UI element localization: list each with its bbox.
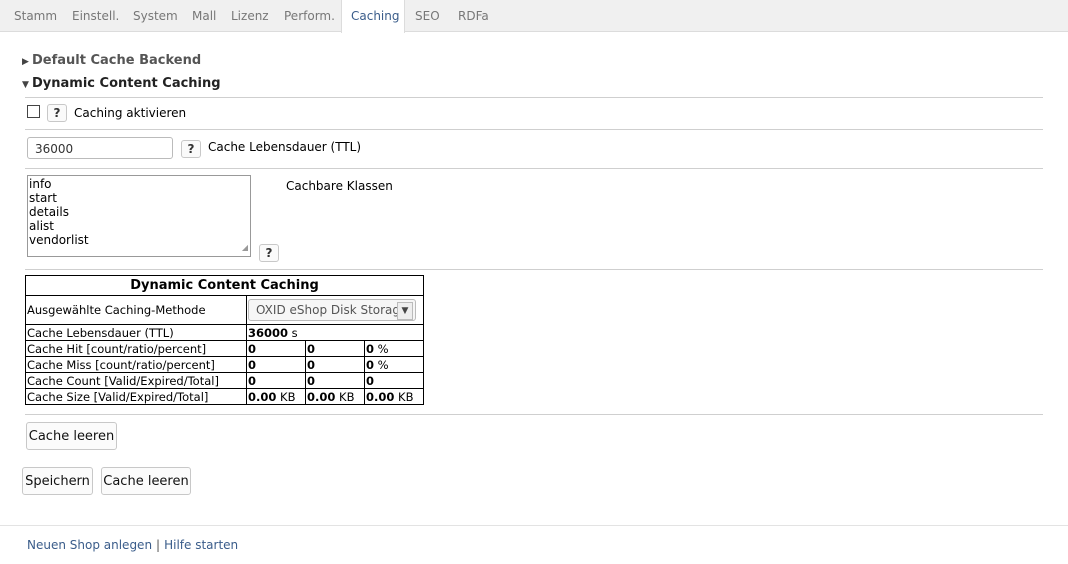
caching-method-select[interactable]: OXID eShop Disk Storage ▼ — [248, 299, 416, 321]
footer-divider — [0, 525, 1068, 526]
size-unit: KB — [398, 389, 414, 404]
class-item: details — [29, 205, 69, 219]
divider — [25, 168, 1043, 169]
tab-einstell[interactable]: Einstell. — [63, 0, 128, 32]
hit-ratio: 0 — [307, 341, 316, 356]
count-label: Cache Count [Valid/Expired/Total] — [25, 372, 247, 389]
footer: Neuen Shop anlegen | Hilfe starten — [27, 538, 238, 552]
divider — [25, 129, 1043, 130]
ttl-row-label: Cache Lebensdauer (TTL) — [25, 324, 247, 341]
class-item: info — [29, 177, 52, 191]
divider — [25, 269, 1043, 270]
tab-stamm[interactable]: Stamm — [5, 0, 66, 32]
size-unit: KB — [339, 389, 355, 404]
count-valid: 0 — [248, 373, 257, 388]
section-dynamic-content-caching[interactable]: ▼ Dynamic Content Caching — [22, 76, 221, 91]
miss-count: 0 — [248, 357, 257, 372]
footer-separator: | — [156, 538, 161, 552]
help-icon[interactable]: ? — [259, 244, 279, 262]
class-item: start — [29, 191, 57, 205]
tab-system[interactable]: System — [124, 0, 187, 32]
miss-percent: 0 — [366, 357, 375, 372]
method-cell: OXID eShop Disk Storage ▼ — [246, 295, 424, 325]
section-default-cache-backend[interactable]: ▶ Default Cache Backend — [22, 53, 201, 68]
caching-method-value: OXID eShop Disk Storage — [256, 303, 408, 317]
cache-stats-table: Dynamic Content Caching Ausgewählte Cach… — [25, 275, 424, 405]
resize-handle-icon[interactable]: ◢ — [242, 241, 248, 255]
tab-mall[interactable]: Mall — [183, 0, 225, 32]
size-total: 0.00 — [366, 389, 395, 404]
miss-ratio: 0 — [307, 357, 316, 372]
size-valid: 0.00 — [248, 389, 277, 404]
percent-unit: % — [377, 341, 389, 356]
help-icon[interactable]: ? — [47, 104, 67, 122]
caret-right-icon: ▶ — [22, 57, 29, 67]
count-expired: 0 — [307, 373, 316, 388]
cacheable-classes-textarea[interactable]: info start details alist vendorlist ◢ — [27, 175, 251, 257]
chevron-down-icon: ▼ — [397, 302, 413, 320]
section-dynamic-content-caching-label: Dynamic Content Caching — [32, 76, 221, 91]
tab-lizenz[interactable]: Lizenz — [222, 0, 278, 32]
tab-rdfa[interactable]: RDFa — [449, 0, 498, 32]
tab-bar: Stamm Einstell. System Mall Lizenz Perfo… — [0, 0, 1068, 33]
method-label: Ausgewählte Caching-Methode — [25, 295, 247, 325]
clear-cache-inner-button[interactable]: Cache leeren — [26, 422, 117, 450]
ttl-row-value: 36000 s — [246, 324, 424, 341]
new-shop-link[interactable]: Neuen Shop anlegen — [27, 538, 152, 552]
size-unit: KB — [280, 389, 296, 404]
save-button[interactable]: Speichern — [22, 467, 93, 495]
size-label: Cache Size [Valid/Expired/Total] — [25, 388, 247, 405]
hit-count: 0 — [248, 341, 257, 356]
tab-seo[interactable]: SEO — [406, 0, 449, 32]
hit-percent: 0 — [366, 341, 375, 356]
count-total: 0 — [366, 373, 375, 388]
tab-perform[interactable]: Perform. — [275, 0, 344, 32]
size-expired: 0.00 — [307, 389, 336, 404]
ttl-label: Cache Lebensdauer (TTL) — [208, 140, 362, 154]
section-default-cache-backend-label: Default Cache Backend — [32, 53, 202, 68]
miss-label: Cache Miss [count/ratio/percent] — [25, 356, 247, 373]
help-link[interactable]: Hilfe starten — [164, 538, 238, 552]
cacheable-classes-label: Cachbare Klassen — [286, 179, 393, 193]
caret-down-icon: ▼ — [22, 80, 29, 90]
help-icon[interactable]: ? — [181, 140, 201, 158]
percent-unit: % — [377, 357, 389, 372]
ttl-unit: s — [291, 325, 298, 340]
class-item: vendorlist — [29, 233, 89, 247]
divider — [25, 414, 1043, 415]
cache-stats-title: Dynamic Content Caching — [25, 275, 424, 296]
hit-label: Cache Hit [count/ratio/percent] — [25, 340, 247, 357]
ttl-stat-value: 36000 — [248, 325, 289, 340]
divider — [25, 97, 1043, 98]
clear-cache-button[interactable]: Cache leeren — [101, 467, 191, 495]
class-item: alist — [29, 219, 54, 233]
caching-active-checkbox[interactable] — [27, 105, 40, 118]
tab-caching[interactable]: Caching — [341, 0, 405, 33]
ttl-input[interactable]: 36000 — [27, 137, 173, 159]
caching-active-label: Caching aktivieren — [74, 106, 187, 120]
